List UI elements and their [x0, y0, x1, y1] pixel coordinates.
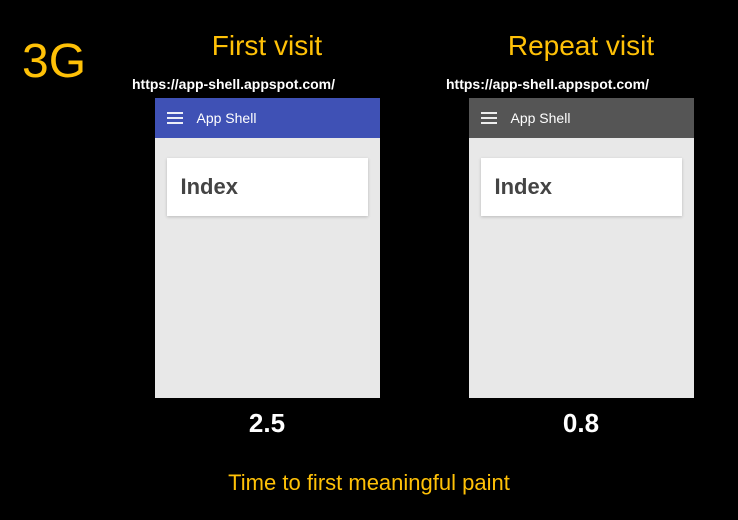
hamburger-icon[interactable]: [481, 112, 497, 124]
app-bar: App Shell: [155, 98, 380, 138]
column-repeat-visit: Repeat visit https://app-shell.appspot.c…: [444, 30, 718, 439]
hamburger-icon[interactable]: [167, 112, 183, 124]
metric-value: 2.5: [249, 408, 285, 439]
app-bar: App Shell: [469, 98, 694, 138]
url-label: https://app-shell.appspot.com/: [444, 76, 649, 92]
column-heading: Repeat visit: [508, 30, 654, 62]
phone-mock-first: App Shell Index: [155, 98, 380, 398]
url-label: https://app-shell.appspot.com/: [130, 76, 335, 92]
comparison-columns: First visit https://app-shell.appspot.co…: [130, 30, 718, 439]
phone-body: Index: [469, 138, 694, 398]
network-badge: 3G: [22, 34, 86, 89]
column-first-visit: First visit https://app-shell.appspot.co…: [130, 30, 404, 439]
content-card: Index: [167, 158, 368, 216]
phone-body: Index: [155, 138, 380, 398]
phone-mock-repeat: App Shell Index: [469, 98, 694, 398]
content-card: Index: [481, 158, 682, 216]
metric-value: 0.8: [563, 408, 599, 439]
app-bar-title: App Shell: [197, 110, 257, 126]
app-bar-title: App Shell: [511, 110, 571, 126]
card-title: Index: [181, 174, 354, 200]
column-heading: First visit: [212, 30, 322, 62]
slide-caption: Time to first meaningful paint: [0, 470, 738, 496]
card-title: Index: [495, 174, 668, 200]
